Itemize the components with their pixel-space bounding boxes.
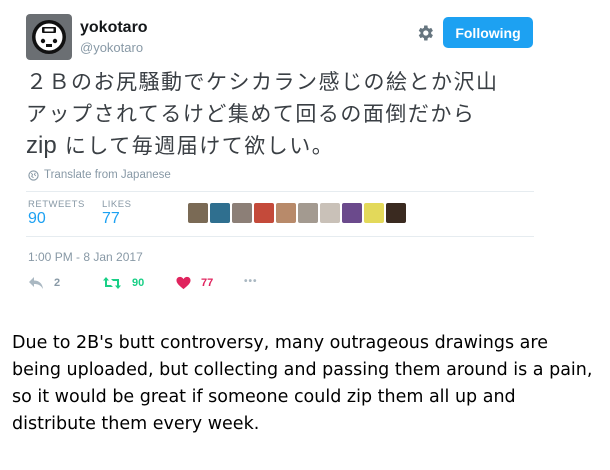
reply-count: 2 — [54, 277, 61, 289]
retweet-count: 90 — [132, 277, 145, 289]
like-count: 77 — [201, 277, 214, 289]
liker-avatar[interactable] — [364, 203, 384, 223]
liker-avatar[interactable] — [298, 203, 318, 223]
following-button[interactable]: Following — [443, 17, 533, 48]
translate-link[interactable]: Translate from Japanese — [28, 169, 171, 181]
reply-icon — [29, 277, 43, 289]
tweet-card: yokotaro @yokotaro Following ２Ｂのお尻騒動でケシカ… — [0, 0, 610, 300]
globe-icon — [28, 169, 39, 181]
retweet-icon — [103, 277, 121, 289]
display-name[interactable]: yokotaro — [80, 19, 148, 37]
retweet-action[interactable]: 90 — [102, 276, 144, 290]
liker-avatar[interactable] — [232, 203, 252, 223]
likes-count[interactable]: 77 — [102, 210, 120, 228]
heart-icon — [176, 276, 191, 290]
tweet-text-line: ２Ｂのお尻騒動でケシカラン感じの絵とか沢山 — [26, 70, 499, 94]
tweet-text-line: zip にして毎週届けて欲しい。 — [26, 132, 335, 159]
gear-icon[interactable] — [415, 23, 435, 43]
user-handle[interactable]: @yokotaro — [80, 40, 143, 55]
divider — [26, 236, 534, 237]
liker-avatar[interactable] — [276, 203, 296, 223]
profile-face-icon — [32, 20, 66, 54]
tweet-text: ２Ｂのお尻騒動でケシカラン感じの絵とか沢山 アップされてるけど集めて回るの面倒だ… — [26, 66, 546, 162]
more-options-button[interactable]: ••• — [244, 276, 258, 287]
more-options-icon: ••• — [244, 276, 258, 287]
liker-avatar[interactable] — [320, 203, 340, 223]
translation-caption: Due to 2B's butt controversy, many outra… — [12, 333, 593, 434]
liker-avatar[interactable] — [210, 203, 230, 223]
liker-avatar[interactable] — [386, 203, 406, 223]
like-action[interactable]: 77 — [176, 276, 213, 290]
liker-avatar[interactable] — [254, 203, 274, 223]
liker-avatar[interactable] — [342, 203, 362, 223]
timestamp[interactable]: 1:00 PM - 8 Jan 2017 — [28, 250, 143, 264]
translate-link-label: Translate from Japanese — [44, 169, 171, 181]
retweets-count[interactable]: 90 — [28, 210, 46, 228]
likes-label: LIKES — [102, 199, 132, 210]
liker-avatar[interactable] — [188, 203, 208, 223]
divider — [26, 191, 534, 192]
liker-avatars — [188, 203, 406, 223]
avatar[interactable] — [26, 14, 72, 60]
tweet-text-line: アップされてるけど集めて回るの面倒だから — [26, 102, 476, 126]
reply-action[interactable]: 2 — [28, 276, 60, 290]
retweets-label: RETWEETS — [28, 199, 85, 210]
